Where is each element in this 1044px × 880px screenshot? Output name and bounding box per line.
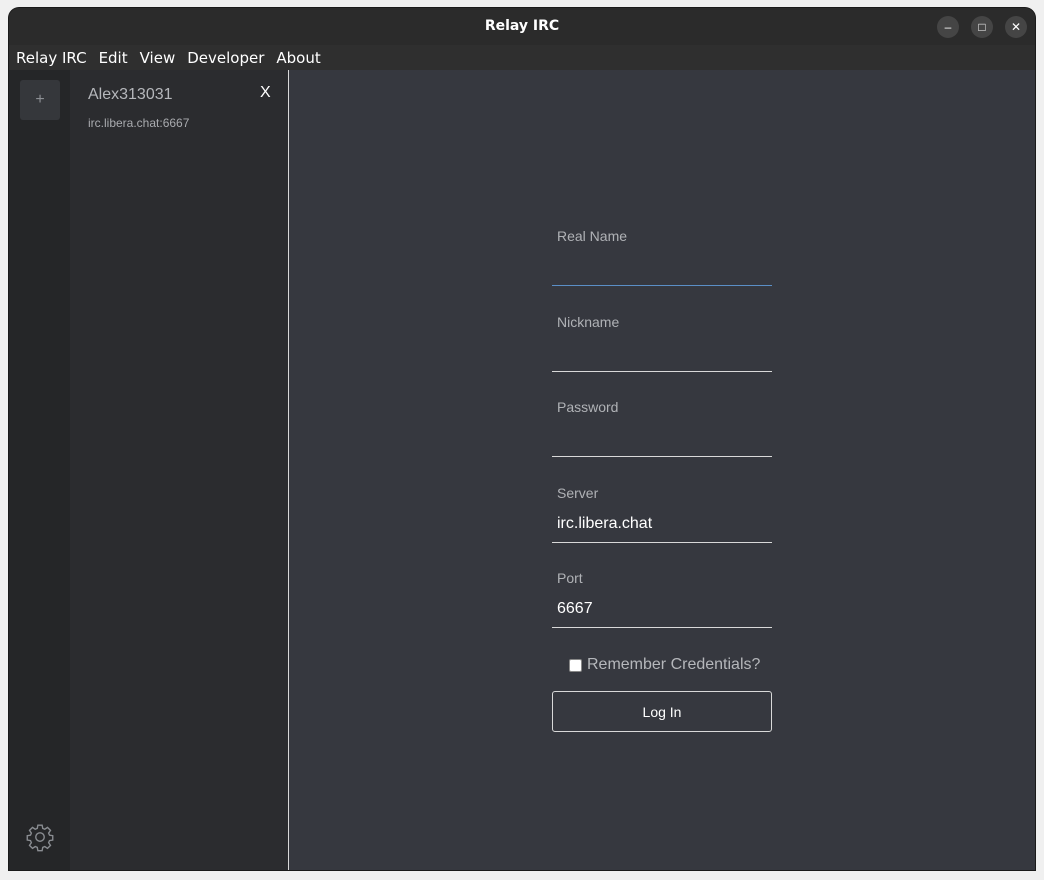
gear-icon[interactable] — [25, 822, 55, 852]
password-field[interactable]: Password — [552, 391, 772, 477]
server-address: irc.libera.chat:6667 — [88, 116, 190, 130]
password-underline — [552, 456, 772, 457]
close-window-button[interactable]: ✕ — [1005, 16, 1027, 38]
menu-edit[interactable]: Edit — [93, 49, 134, 67]
nickname-underline — [552, 370, 772, 372]
nickname-field[interactable]: Nickname — [552, 306, 772, 392]
main-panel: Real Name Nickname Password Server irc.l… — [289, 70, 1035, 870]
real-name-field[interactable]: Real Name — [552, 220, 772, 306]
remember-label: Remember Credentials? — [587, 656, 761, 673]
server-label: Server — [557, 484, 599, 501]
login-form: Real Name Nickname Password Server irc.l… — [552, 220, 772, 732]
server-nickname[interactable]: Alex313031 — [88, 86, 173, 104]
maximize-button[interactable]: □ — [971, 16, 993, 38]
server-input[interactable]: irc.libera.chat — [557, 515, 652, 533]
server-list-panel: Alex313031 X irc.libera.chat:6667 — [70, 70, 289, 870]
port-underline — [552, 627, 772, 628]
app-window: Relay IRC – □ ✕ Relay IRC Edit View Deve… — [9, 8, 1035, 870]
real-name-label: Real Name — [557, 228, 628, 244]
server-rail: + — [9, 70, 70, 870]
window-title: Relay IRC — [484, 18, 560, 34]
server-field[interactable]: Server irc.libera.chat — [552, 477, 772, 563]
menu-view[interactable]: View — [134, 49, 182, 67]
menu-bar: Relay IRC Edit View Developer About — [9, 45, 1035, 70]
port-field[interactable]: Port 6667 — [552, 562, 772, 648]
minimize-button[interactable]: – — [937, 16, 959, 38]
port-input[interactable]: 6667 — [557, 600, 593, 618]
password-label: Password — [557, 399, 619, 415]
remember-credentials[interactable]: Remember Credentials? — [569, 656, 760, 674]
real-name-underline — [552, 285, 772, 286]
port-label: Port — [557, 570, 583, 586]
add-server-button[interactable]: + — [20, 80, 60, 120]
menu-relay-irc[interactable]: Relay IRC — [9, 49, 93, 67]
close-server-button[interactable]: X — [260, 84, 271, 102]
login-button[interactable]: Log In — [552, 691, 772, 732]
nickname-label: Nickname — [557, 313, 620, 330]
menu-developer[interactable]: Developer — [181, 49, 270, 67]
title-bar: Relay IRC – □ ✕ — [9, 8, 1035, 46]
menu-about[interactable]: About — [270, 49, 326, 67]
server-underline — [552, 541, 772, 543]
remember-checkbox[interactable] — [569, 658, 582, 672]
